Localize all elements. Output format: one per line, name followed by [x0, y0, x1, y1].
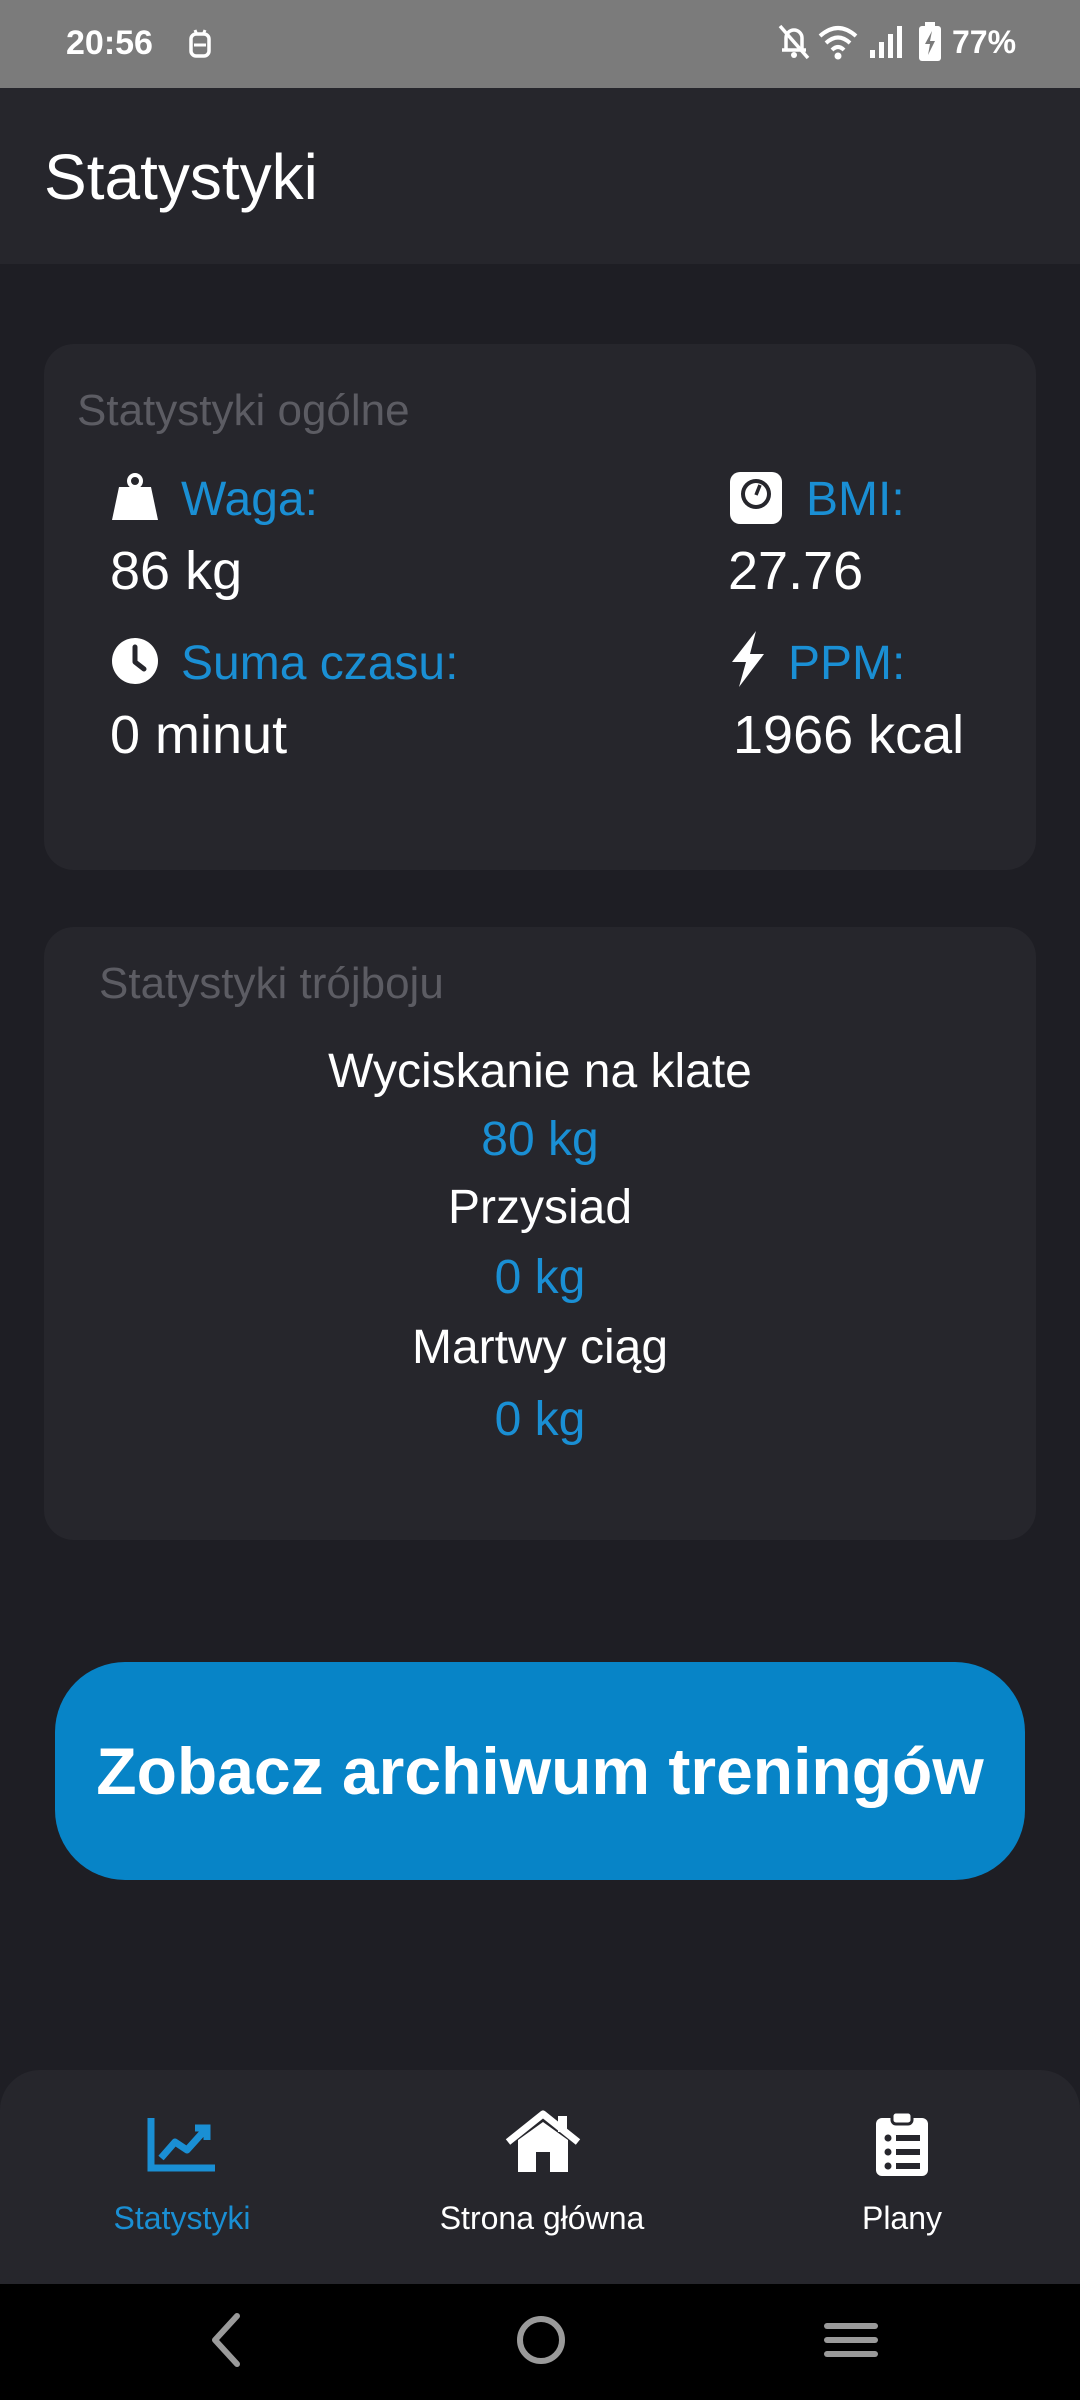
nav-label: Plany	[861, 2200, 943, 2236]
lift-value: 0 kg	[494, 1251, 586, 1304]
home-circle-icon[interactable]	[514, 2310, 568, 2375]
powerlifting-stats-card: Statystyki trójboju Wyciskanie na klate …	[44, 927, 1036, 1540]
total-time-value: 0 minut	[110, 705, 288, 765]
signal-icon	[868, 22, 904, 67]
total-time-label: Suma czasu:	[181, 637, 459, 690]
bottom-nav: Statystyki Strona główna Plany	[0, 2070, 1080, 2284]
bmi-value: 27.76	[728, 541, 864, 601]
nav-item-statistics[interactable]: Statystyki	[2, 2070, 362, 2284]
ppm-value: 1966 kcal	[733, 705, 965, 765]
lift-name: Przysiad	[447, 1181, 633, 1234]
nav-item-plans[interactable]: Plany	[722, 2070, 1080, 2284]
scale-icon	[728, 470, 784, 531]
archive-button[interactable]: Zobacz archiwum treningów	[55, 1662, 1025, 1880]
page-title: Statystyki	[44, 141, 318, 213]
ppm-label: PPM:	[788, 637, 906, 690]
weight-label: Waga:	[181, 473, 318, 526]
lift-name: Wyciskanie na klate	[328, 1045, 752, 1098]
app-bar: Statystyki	[0, 88, 1080, 264]
clock-icon	[110, 636, 160, 691]
clipboard-icon	[874, 2110, 930, 2183]
status-bar: 20:56 77%	[0, 0, 1080, 88]
battery-percent: 77%	[952, 24, 1017, 60]
nav-label: Statystyki	[113, 2200, 251, 2236]
home-icon	[504, 2110, 582, 2179]
wifi-icon	[818, 22, 858, 67]
notification-app-icon	[186, 26, 214, 67]
menu-icon[interactable]	[824, 2310, 878, 2375]
lift-value: 0 kg	[494, 1393, 586, 1446]
bell-off-icon	[776, 22, 812, 67]
general-stats-card: Statystyki ogólne Waga: 86 kg BMI: 27.76…	[44, 344, 1036, 870]
lift-name: Martwy ciąg	[411, 1321, 669, 1374]
nav-item-home[interactable]: Strona główna	[362, 2070, 722, 2284]
status-time: 20:56	[66, 24, 153, 62]
bmi-label: BMI:	[806, 473, 905, 526]
back-icon[interactable]	[205, 2310, 245, 2375]
weight-value: 86 kg	[110, 541, 243, 601]
weight-icon	[110, 472, 160, 527]
powerlifting-stats-title: Statystyki trójboju	[99, 959, 444, 1008]
lightning-icon	[730, 630, 766, 693]
nav-label: Strona główna	[439, 2200, 645, 2236]
chart-icon	[147, 2116, 217, 2177]
system-nav-bar	[0, 2284, 1080, 2400]
lift-value: 80 kg	[481, 1113, 599, 1166]
general-stats-title: Statystyki ogólne	[77, 386, 410, 435]
battery-charging-icon	[918, 22, 942, 67]
